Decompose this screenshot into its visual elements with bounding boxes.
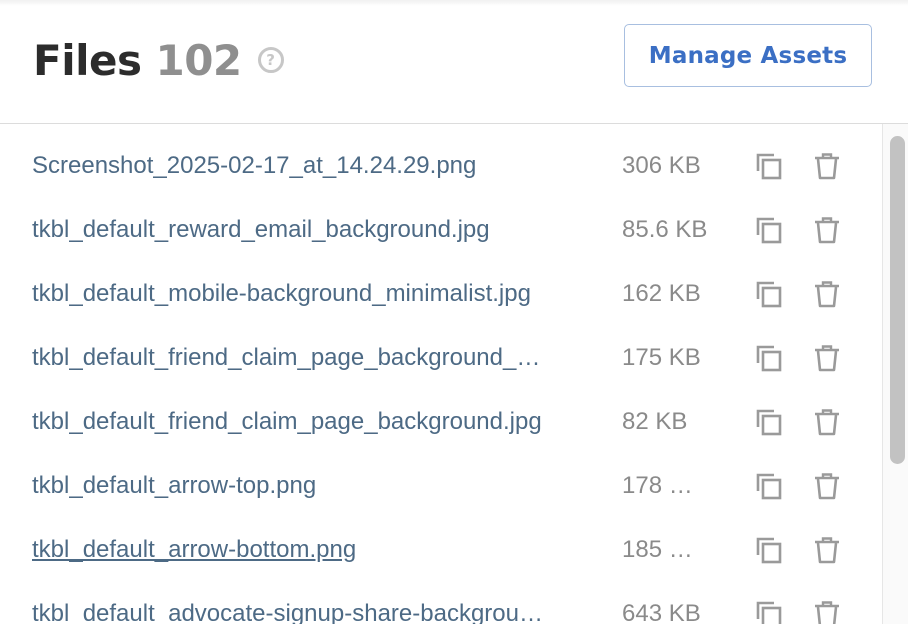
copy-icon[interactable]: [754, 471, 784, 501]
copy-icon[interactable]: [754, 407, 784, 437]
file-row: tkbl_default_arrow-top.png 178 …: [0, 454, 882, 518]
file-row: tkbl_default_mobile-background_minimalis…: [0, 262, 882, 326]
files-header: Files 102 ? Manage Assets: [0, 0, 908, 124]
help-glyph: ?: [266, 50, 275, 69]
page-title: Files: [33, 35, 142, 85]
file-list: Screenshot_2025-02-17_at_14.24.29.png 306…: [0, 124, 882, 624]
file-row: tkbl_default_advocate-signup-share-backg…: [0, 582, 882, 624]
trash-icon[interactable]: [812, 599, 842, 624]
file-name-link[interactable]: tkbl_default_arrow-bottom.png: [32, 518, 587, 582]
copy-icon[interactable]: [754, 599, 784, 624]
top-shadow: [0, 0, 908, 6]
file-name-link[interactable]: tkbl_default_friend_claim_page_backgroun…: [32, 390, 587, 454]
trash-icon[interactable]: [812, 343, 842, 373]
file-size: 162 KB: [622, 280, 701, 307]
file-size: 643 KB: [622, 600, 701, 624]
file-row: tkbl_default_reward_email_background.jpg…: [0, 198, 882, 262]
file-name-link[interactable]: tkbl_default_friend_claim_page_backgroun…: [32, 326, 587, 390]
file-name-link[interactable]: tkbl_default_advocate-signup-share-backg…: [32, 582, 587, 624]
file-row: tkbl_default_friend_claim_page_backgroun…: [0, 390, 882, 454]
trash-icon[interactable]: [812, 215, 842, 245]
title-group: Files 102 ?: [33, 34, 284, 86]
file-row: tkbl_default_arrow-bottom.png 185 …: [0, 518, 882, 582]
file-size: 82 KB: [622, 408, 688, 435]
file-name-link[interactable]: tkbl_default_mobile-background_minimalis…: [32, 262, 587, 326]
copy-icon[interactable]: [754, 535, 784, 565]
trash-icon[interactable]: [812, 535, 842, 565]
trash-icon[interactable]: [812, 151, 842, 181]
file-size: 178 …: [622, 472, 693, 499]
file-name-link[interactable]: Screenshot_2025-02-17_at_14.24.29.png: [32, 134, 587, 198]
help-icon[interactable]: ?: [257, 47, 284, 73]
copy-icon[interactable]: [754, 279, 784, 309]
file-count: 102: [155, 35, 242, 85]
trash-icon[interactable]: [812, 407, 842, 437]
scrollbar-thumb[interactable]: [890, 136, 905, 464]
scrollbar[interactable]: [882, 124, 908, 624]
file-size: 85.6 KB: [622, 216, 708, 243]
file-size: 306 KB: [622, 152, 701, 179]
copy-icon[interactable]: [754, 343, 784, 373]
file-row: tkbl_default_friend_claim_page_backgroun…: [0, 326, 882, 390]
file-size: 185 …: [622, 536, 693, 563]
trash-icon[interactable]: [812, 471, 842, 501]
copy-icon[interactable]: [754, 151, 784, 181]
file-row: Screenshot_2025-02-17_at_14.24.29.png 306…: [0, 134, 882, 198]
file-name-link[interactable]: tkbl_default_reward_email_background.jpg: [32, 198, 587, 262]
copy-icon[interactable]: [754, 215, 784, 245]
trash-icon[interactable]: [812, 279, 842, 309]
file-size: 175 KB: [622, 344, 701, 371]
files-panel: Files 102 ? Manage Assets Screenshot_202…: [0, 0, 908, 624]
file-name-link[interactable]: tkbl_default_arrow-top.png: [32, 454, 587, 518]
manage-assets-button[interactable]: Manage Assets: [624, 24, 872, 87]
